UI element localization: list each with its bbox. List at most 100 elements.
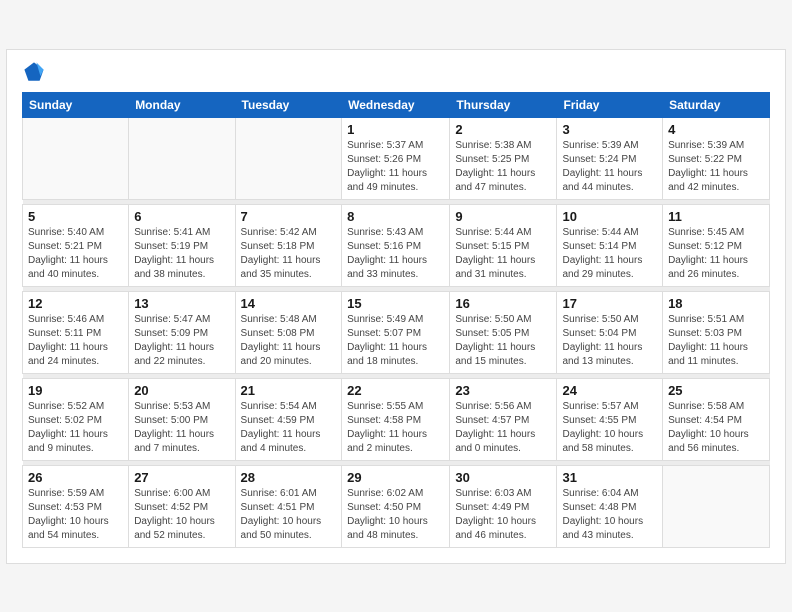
- day-number: 3: [562, 122, 657, 137]
- calendar-cell: 18 Sunrise: 5:51 AM Sunset: 5:03 PM Dayli…: [663, 291, 770, 373]
- day-number: 16: [455, 296, 551, 311]
- calendar-container: SundayMondayTuesdayWednesdayThursdayFrid…: [6, 49, 786, 564]
- day-info: Sunrise: 5:44 AM Sunset: 5:15 PM Dayligh…: [455, 226, 551, 282]
- calendar-cell: 19Sunrise: 5:52 AM Sunset: 5:02 PM Dayli…: [23, 378, 129, 460]
- calendar-cell: [23, 117, 129, 199]
- day-number: 7: [241, 209, 337, 224]
- weekday-header-saturday: Saturday: [663, 92, 770, 117]
- day-number: 18: [668, 296, 764, 311]
- calendar-cell: 14Sunrise: 5:48 AM Sunset: 5:08 PM Dayli…: [235, 291, 342, 373]
- day-info: Sunrise: 5:50 AM Sunset: 5:05 PM Dayligh…: [455, 313, 551, 369]
- day-number: 12: [28, 296, 123, 311]
- week-row-2: 5Sunrise: 5:40 AM Sunset: 5:21 PM Daylig…: [23, 204, 770, 286]
- day-number: 14: [241, 296, 337, 311]
- day-info: Sunrise: 5:53 AM Sunset: 5:00 PM Dayligh…: [134, 400, 229, 456]
- calendar-cell: 1 Sunrise: 5:37 AM Sunset: 5:26 PM Daylig…: [342, 117, 450, 199]
- calendar-cell: 13 Sunrise: 5:47 AM Sunset: 5:09 PM Dayli…: [129, 291, 235, 373]
- day-number: 23: [455, 383, 551, 398]
- day-info: Sunrise: 5:57 AM Sunset: 4:55 PM Dayligh…: [562, 400, 657, 456]
- day-info: Sunrise: 5:51 AM Sunset: 5:03 PM Dayligh…: [668, 313, 764, 369]
- day-info: Sunrise: 5:45 AM Sunset: 5:12 PM Dayligh…: [668, 226, 764, 282]
- calendar-cell: 29 Sunrise: 6:02 AM Sunset: 4:50 PM Dayli…: [342, 465, 450, 547]
- weekday-header-wednesday: Wednesday: [342, 92, 450, 117]
- day-info: Sunrise: 5:39 AM Sunset: 5:24 PM Dayligh…: [562, 139, 657, 195]
- day-info: Sunrise: 5:40 AM Sunset: 5:21 PM Dayligh…: [28, 226, 123, 282]
- day-info: Sunrise: 5:38 AM Sunset: 5:25 PM Dayligh…: [455, 139, 551, 195]
- day-info: Sunrise: 5:59 AM Sunset: 4:53 PM Dayligh…: [28, 487, 123, 543]
- day-number: 27: [134, 470, 229, 485]
- day-number: 31: [562, 470, 657, 485]
- day-info: Sunrise: 6:02 AM Sunset: 4:50 PM Dayligh…: [347, 487, 444, 543]
- day-info: Sunrise: 5:56 AM Sunset: 4:57 PM Dayligh…: [455, 400, 551, 456]
- calendar-cell: 2 Sunrise: 5:38 AM Sunset: 5:25 PM Daylig…: [450, 117, 557, 199]
- calendar-cell: 20 Sunrise: 5:53 AM Sunset: 5:00 PM Dayli…: [129, 378, 235, 460]
- day-number: 20: [134, 383, 229, 398]
- calendar-cell: 31 Sunrise: 6:04 AM Sunset: 4:48 PM Dayli…: [557, 465, 663, 547]
- day-info: Sunrise: 5:49 AM Sunset: 5:07 PM Dayligh…: [347, 313, 444, 369]
- calendar-cell: [663, 465, 770, 547]
- day-info: Sunrise: 5:47 AM Sunset: 5:09 PM Dayligh…: [134, 313, 229, 369]
- calendar-cell: 24 Sunrise: 5:57 AM Sunset: 4:55 PM Dayli…: [557, 378, 663, 460]
- day-info: Sunrise: 5:54 AM Sunset: 4:59 PM Dayligh…: [241, 400, 337, 456]
- day-number: 9: [455, 209, 551, 224]
- calendar-cell: 3 Sunrise: 5:39 AM Sunset: 5:24 PM Daylig…: [557, 117, 663, 199]
- day-number: 25: [668, 383, 764, 398]
- day-info: Sunrise: 5:58 AM Sunset: 4:54 PM Dayligh…: [668, 400, 764, 456]
- calendar-cell: 28Sunrise: 6:01 AM Sunset: 4:51 PM Dayli…: [235, 465, 342, 547]
- week-row-1: 1 Sunrise: 5:37 AM Sunset: 5:26 PM Daylig…: [23, 117, 770, 199]
- week-row-4: 19Sunrise: 5:52 AM Sunset: 5:02 PM Dayli…: [23, 378, 770, 460]
- day-number: 26: [28, 470, 123, 485]
- calendar-cell: 21 Sunrise: 5:54 AM Sunset: 4:59 PM Dayli…: [235, 378, 342, 460]
- day-info: Sunrise: 5:39 AM Sunset: 5:22 PM Dayligh…: [668, 139, 764, 195]
- logo-icon: [22, 60, 46, 84]
- calendar-cell: 17 Sunrise: 5:50 AM Sunset: 5:04 PM Dayli…: [557, 291, 663, 373]
- day-info: Sunrise: 5:44 AM Sunset: 5:14 PM Dayligh…: [562, 226, 657, 282]
- calendar-cell: 25 Sunrise: 5:58 AM Sunset: 4:54 PM Dayli…: [663, 378, 770, 460]
- calendar-cell: 6 Sunrise: 5:41 AM Sunset: 5:19 PM Daylig…: [129, 204, 235, 286]
- week-row-5: 26 Sunrise: 5:59 AM Sunset: 4:53 PM Dayli…: [23, 465, 770, 547]
- day-number: 2: [455, 122, 551, 137]
- weekday-header-row: SundayMondayTuesdayWednesdayThursdayFrid…: [23, 92, 770, 117]
- calendar-cell: 15Sunrise: 5:49 AM Sunset: 5:07 PM Dayli…: [342, 291, 450, 373]
- day-info: Sunrise: 5:55 AM Sunset: 4:58 PM Dayligh…: [347, 400, 444, 456]
- day-number: 17: [562, 296, 657, 311]
- day-info: Sunrise: 5:52 AM Sunset: 5:02 PM Dayligh…: [28, 400, 123, 456]
- calendar-cell: 10 Sunrise: 5:44 AM Sunset: 5:14 PM Dayli…: [557, 204, 663, 286]
- day-number: 8: [347, 209, 444, 224]
- day-info: Sunrise: 5:41 AM Sunset: 5:19 PM Dayligh…: [134, 226, 229, 282]
- calendar-cell: 27 Sunrise: 6:00 AM Sunset: 4:52 PM Dayli…: [129, 465, 235, 547]
- day-number: 29: [347, 470, 444, 485]
- weekday-header-tuesday: Tuesday: [235, 92, 342, 117]
- calendar-cell: 22 Sunrise: 5:55 AM Sunset: 4:58 PM Dayli…: [342, 378, 450, 460]
- day-info: Sunrise: 5:46 AM Sunset: 5:11 PM Dayligh…: [28, 313, 123, 369]
- day-number: 11: [668, 209, 764, 224]
- calendar-cell: 23 Sunrise: 5:56 AM Sunset: 4:57 PM Dayli…: [450, 378, 557, 460]
- day-number: 6: [134, 209, 229, 224]
- day-info: Sunrise: 6:01 AM Sunset: 4:51 PM Dayligh…: [241, 487, 337, 543]
- calendar-cell: 9 Sunrise: 5:44 AM Sunset: 5:15 PM Daylig…: [450, 204, 557, 286]
- weekday-header-thursday: Thursday: [450, 92, 557, 117]
- day-number: 13: [134, 296, 229, 311]
- day-number: 22: [347, 383, 444, 398]
- day-info: Sunrise: 5:37 AM Sunset: 5:26 PM Dayligh…: [347, 139, 444, 195]
- day-number: 24: [562, 383, 657, 398]
- day-number: 10: [562, 209, 657, 224]
- day-info: Sunrise: 6:04 AM Sunset: 4:48 PM Dayligh…: [562, 487, 657, 543]
- day-number: 21: [241, 383, 337, 398]
- day-info: Sunrise: 6:00 AM Sunset: 4:52 PM Dayligh…: [134, 487, 229, 543]
- calendar-cell: 16 Sunrise: 5:50 AM Sunset: 5:05 PM Dayli…: [450, 291, 557, 373]
- day-info: Sunrise: 5:50 AM Sunset: 5:04 PM Dayligh…: [562, 313, 657, 369]
- calendar-cell: [129, 117, 235, 199]
- weekday-header-sunday: Sunday: [23, 92, 129, 117]
- calendar-cell: 30Sunrise: 6:03 AM Sunset: 4:49 PM Dayli…: [450, 465, 557, 547]
- calendar-cell: 5Sunrise: 5:40 AM Sunset: 5:21 PM Daylig…: [23, 204, 129, 286]
- logo: [22, 60, 50, 84]
- calendar-cell: 26 Sunrise: 5:59 AM Sunset: 4:53 PM Dayli…: [23, 465, 129, 547]
- day-number: 30: [455, 470, 551, 485]
- calendar-grid: SundayMondayTuesdayWednesdayThursdayFrid…: [22, 92, 770, 548]
- calendar-cell: 11 Sunrise: 5:45 AM Sunset: 5:12 PM Dayli…: [663, 204, 770, 286]
- week-row-3: 12 Sunrise: 5:46 AM Sunset: 5:11 PM Dayli…: [23, 291, 770, 373]
- calendar-cell: 12 Sunrise: 5:46 AM Sunset: 5:11 PM Dayli…: [23, 291, 129, 373]
- day-info: Sunrise: 5:43 AM Sunset: 5:16 PM Dayligh…: [347, 226, 444, 282]
- day-number: 1: [347, 122, 444, 137]
